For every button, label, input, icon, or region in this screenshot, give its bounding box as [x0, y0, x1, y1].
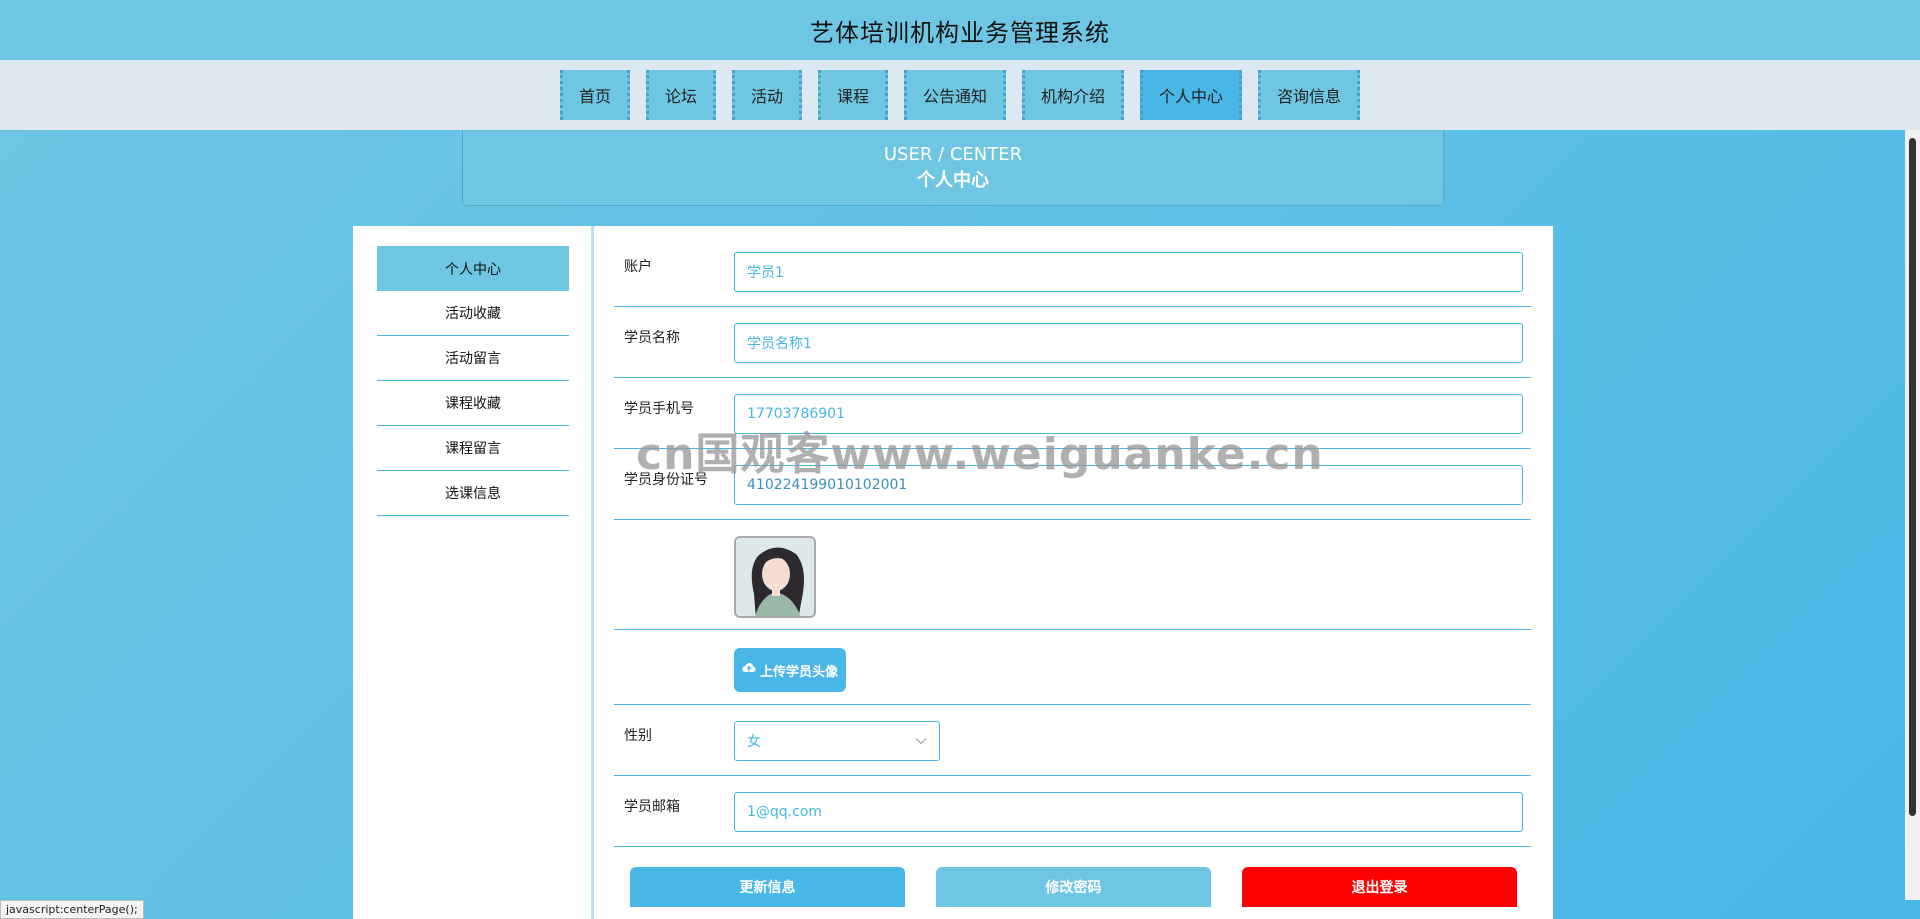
cloud-upload-icon	[742, 662, 756, 678]
phone-input[interactable]	[734, 394, 1523, 434]
user-sidebar: 个人中心 活动收藏 活动留言 课程收藏 课程留言 选课信息	[377, 246, 569, 516]
form-row-avatar	[614, 520, 1531, 630]
nav-item-course[interactable]: 课程	[817, 70, 888, 120]
form-row-upload: 上传学员头像	[614, 630, 1531, 705]
nav-item-consult[interactable]: 咨询信息	[1258, 70, 1361, 120]
page-title-banner: USER / CENTER 个人中心	[462, 130, 1444, 206]
form-row-name: 学员名称	[614, 307, 1531, 378]
user-center-card: 个人中心 活动收藏 活动留言 课程收藏 课程留言 选课信息 账户 学员名称 学员…	[353, 226, 1553, 919]
email-label: 学员邮箱	[624, 799, 680, 815]
main-nav: 首页 论坛 活动 课程 公告通知 机构介绍 个人中心 咨询信息	[0, 60, 1920, 130]
change-password-button[interactable]: 修改密码	[936, 867, 1211, 907]
sidebar-item-user-center[interactable]: 个人中心	[377, 246, 569, 291]
phone-label: 学员手机号	[624, 401, 694, 417]
avatar-image	[736, 538, 814, 616]
update-info-button[interactable]: 更新信息	[630, 867, 905, 907]
sidebar-item-activity-favorites[interactable]: 活动收藏	[377, 291, 569, 336]
nav-item-about[interactable]: 机构介绍	[1022, 70, 1125, 120]
page-scrollbar[interactable]	[1905, 130, 1920, 900]
page-title-en: USER / CENTER	[883, 143, 1023, 165]
form-row-account: 账户	[614, 236, 1531, 307]
scrollbar-thumb[interactable]	[1909, 138, 1916, 816]
app-header: 艺体培训机构业务管理系统	[0, 0, 1920, 60]
chevron-down-icon	[915, 734, 927, 748]
account-input[interactable]	[734, 252, 1523, 292]
upload-avatar-button[interactable]: 上传学员头像	[734, 648, 847, 692]
name-label: 学员名称	[624, 330, 680, 346]
sidebar-item-activity-comments[interactable]: 活动留言	[377, 336, 569, 381]
profile-form: 账户 学员名称 学员手机号 学员身份证号	[614, 236, 1531, 907]
account-label: 账户	[624, 259, 652, 275]
nav-item-user-center[interactable]: 个人中心	[1140, 70, 1243, 120]
logout-button[interactable]: 退出登录	[1242, 867, 1517, 907]
gender-select[interactable]: 女	[734, 721, 940, 761]
browser-status-bar: javascript:centerPage();	[0, 900, 144, 919]
form-row-phone: 学员手机号	[614, 378, 1531, 449]
sidebar-item-enrollment[interactable]: 选课信息	[377, 471, 569, 516]
name-input[interactable]	[734, 323, 1523, 363]
nav-item-notice[interactable]: 公告通知	[904, 70, 1007, 120]
nav-item-forum[interactable]: 论坛	[645, 70, 716, 120]
app-title: 艺体培训机构业务管理系统	[810, 18, 1110, 47]
sidebar-item-course-favorites[interactable]: 课程收藏	[377, 381, 569, 426]
upload-avatar-label: 上传学员头像	[760, 664, 839, 680]
idcard-input[interactable]	[734, 465, 1523, 505]
gender-value: 女	[747, 734, 761, 750]
idcard-label: 学员身份证号	[624, 472, 708, 488]
form-actions: 更新信息 修改密码 退出登录	[614, 847, 1531, 907]
form-row-email: 学员邮箱	[614, 776, 1531, 847]
email-input[interactable]	[734, 792, 1523, 832]
nav-item-activity[interactable]: 活动	[731, 70, 802, 120]
gender-label: 性别	[624, 728, 652, 744]
nav-item-home[interactable]: 首页	[559, 70, 630, 120]
form-row-idcard: 学员身份证号	[614, 449, 1531, 520]
avatar	[734, 536, 816, 618]
form-row-gender: 性别 女	[614, 705, 1531, 776]
divider	[591, 226, 594, 919]
sidebar-item-course-comments[interactable]: 课程留言	[377, 426, 569, 471]
page-title: 个人中心	[917, 169, 989, 191]
